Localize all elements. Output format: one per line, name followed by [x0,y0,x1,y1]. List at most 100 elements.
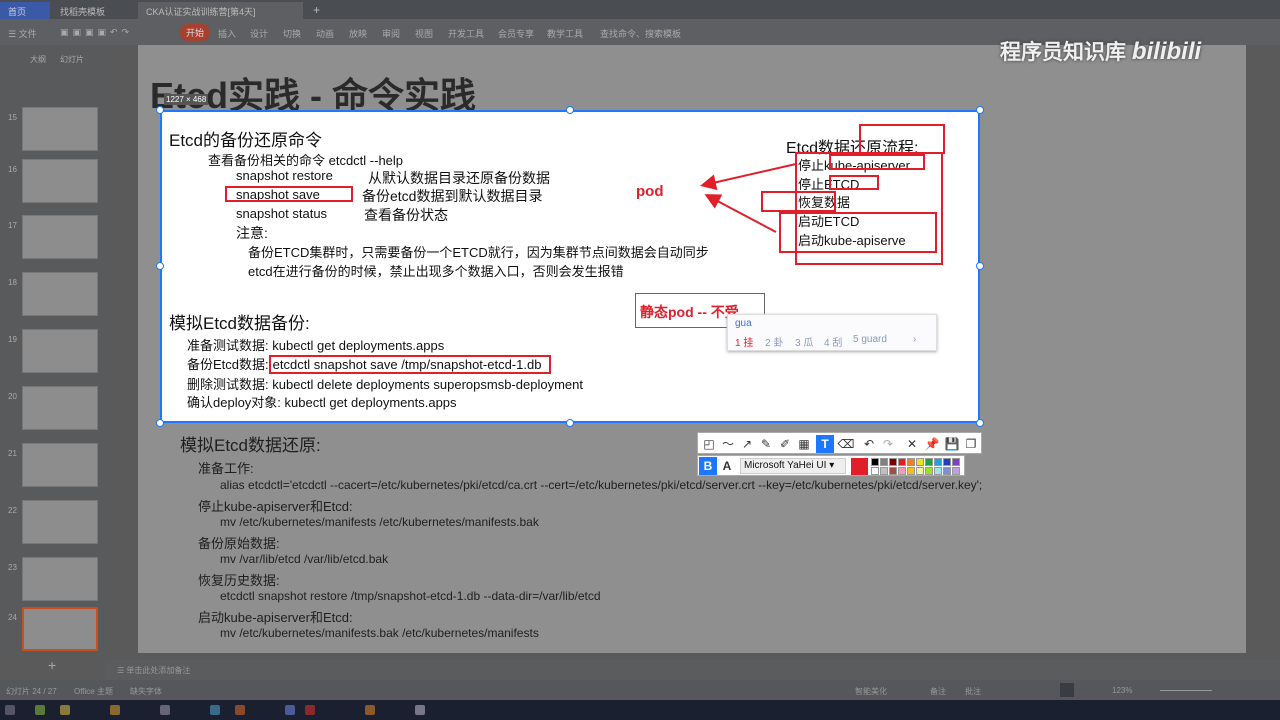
mosaic-tool-icon[interactable]: ▦ [795,435,813,453]
color-swatch[interactable] [889,458,897,466]
ime-candidate[interactable]: 4 刮 [824,334,842,349]
color-swatch[interactable] [925,467,933,475]
color-swatch[interactable] [916,467,924,475]
color-swatch[interactable] [871,458,879,466]
bold-button[interactable]: B [699,457,717,475]
color-swatch[interactable] [907,467,915,475]
color-swatch[interactable] [871,467,879,475]
color-swatch[interactable] [934,467,942,475]
menu-teaching[interactable]: 教学工具 [547,27,583,40]
color-swatch[interactable] [898,467,906,475]
slide-thumbnail[interactable] [22,215,98,259]
tab-document[interactable]: CKA认证实战训练营[第4天] [138,2,303,19]
ime-next-icon[interactable]: › [913,334,916,345]
app-icon[interactable] [160,705,170,715]
save-icon[interactable]: 💾 [943,435,961,453]
color-swatch[interactable] [889,467,897,475]
resize-handle[interactable] [156,106,164,114]
app-icon[interactable] [35,705,45,715]
add-slide-button[interactable]: + [48,657,56,673]
menu-animation[interactable]: 动画 [316,27,334,40]
file-menu[interactable]: ☰ 文件 [8,27,37,40]
redo-icon[interactable]: ↷ [879,435,897,453]
menu-developer[interactable]: 开发工具 [448,27,484,40]
outline-text-button[interactable]: A [718,457,736,475]
zoom-slider[interactable] [1160,690,1212,691]
color-swatch[interactable] [898,458,906,466]
copy-icon[interactable]: ❐ [962,435,980,453]
color-swatch[interactable] [934,458,942,466]
color-swatch[interactable] [952,458,960,466]
app-icon[interactable] [415,705,425,715]
menu-start[interactable]: 开始 [180,24,211,41]
start-icon[interactable] [5,705,15,715]
notes-pane[interactable]: ☰ 单击此处添加备注 [105,660,1280,680]
resize-handle[interactable] [976,106,984,114]
resize-handle[interactable] [156,262,164,270]
menu-transition[interactable]: 切换 [283,27,301,40]
resize-handle[interactable] [566,419,574,427]
menu-insert[interactable]: 插入 [218,27,236,40]
slide-thumbnail[interactable] [22,107,98,151]
shape-tool-icon[interactable]: ◰ [700,435,718,453]
play-button[interactable] [1060,683,1074,697]
color-swatch[interactable] [943,467,951,475]
outline-tab[interactable]: 大纲 [30,54,46,65]
color-swatch[interactable] [880,467,888,475]
eraser-tool-icon[interactable]: ⌫ [837,435,855,453]
app-icon[interactable] [60,705,70,715]
slide-thumbnail-current[interactable] [22,607,98,651]
menu-view[interactable]: 视图 [415,27,433,40]
resize-handle[interactable] [976,262,984,270]
color-swatch[interactable] [943,458,951,466]
tab-home[interactable]: 首页 [0,2,50,19]
line-tool-icon[interactable]: 〜 [719,435,737,453]
zoom-level[interactable]: 123% [1112,686,1132,695]
font-select[interactable]: Microsoft YaHei UI ▾ [740,458,846,474]
app-icon[interactable] [210,705,220,715]
comments-button[interactable]: 批注 [965,686,981,697]
pen-tool-icon[interactable]: ✎ [757,435,775,453]
resize-handle[interactable] [156,419,164,427]
undo-icon[interactable]: ↶ [860,435,878,453]
smart-beautify-button[interactable]: 智能美化 [855,686,887,697]
ime-candidate[interactable]: 5 guard [853,334,887,345]
tab-templates[interactable]: 找稻壳模板 [52,2,134,19]
wps-icon[interactable] [305,705,315,715]
slide-thumbnail[interactable] [22,386,98,430]
notes-button[interactable]: 备注 [930,686,946,697]
menu-review[interactable]: 审阅 [382,27,400,40]
menu-design[interactable]: 设计 [250,27,268,40]
pin-icon[interactable]: 📌 [923,435,941,453]
slide-thumbnail[interactable] [22,329,98,373]
color-swatch[interactable] [880,458,888,466]
text-tool-icon[interactable]: T [816,435,834,453]
missing-font-button[interactable]: 缺失字体 [130,686,162,697]
slide-thumbnail[interactable] [22,159,98,203]
color-swatch[interactable] [925,458,933,466]
app-icon[interactable] [285,705,295,715]
quick-access-icons[interactable]: ▣▣▣▣↶↷ [60,27,133,38]
color-swatch[interactable] [952,467,960,475]
search-command[interactable]: 查找命令、搜索模板 [600,27,681,40]
color-swatch[interactable] [916,458,924,466]
menu-slideshow[interactable]: 放映 [349,27,367,40]
screenshot-selection[interactable]: Etcd的备份还原命令 查看备份相关的命令 etcdctl --help sna… [160,110,980,423]
close-icon[interactable]: ✕ [903,435,921,453]
ime-candidate[interactable]: 1 挂 [735,334,753,349]
slide-thumbnail[interactable] [22,272,98,316]
slide-thumbnail[interactable] [22,443,98,487]
color-swatch[interactable] [907,458,915,466]
ime-candidate-window[interactable]: gua 1 挂 2 卦 3 瓜 4 刮 5 guard › [727,314,937,351]
ime-candidate[interactable]: 2 卦 [765,334,783,349]
ime-candidate[interactable]: 3 瓜 [795,334,813,349]
resize-handle[interactable] [566,106,574,114]
menu-member[interactable]: 会员专享 [498,27,534,40]
arrow-tool-icon[interactable]: ↗ [738,435,756,453]
slide-thumbnail[interactable] [22,500,98,544]
new-tab-button[interactable]: + [305,0,328,17]
app-icon[interactable] [235,705,245,715]
slide-thumbnail[interactable] [22,557,98,601]
resize-handle[interactable] [976,419,984,427]
highlighter-tool-icon[interactable]: ✐ [776,435,794,453]
